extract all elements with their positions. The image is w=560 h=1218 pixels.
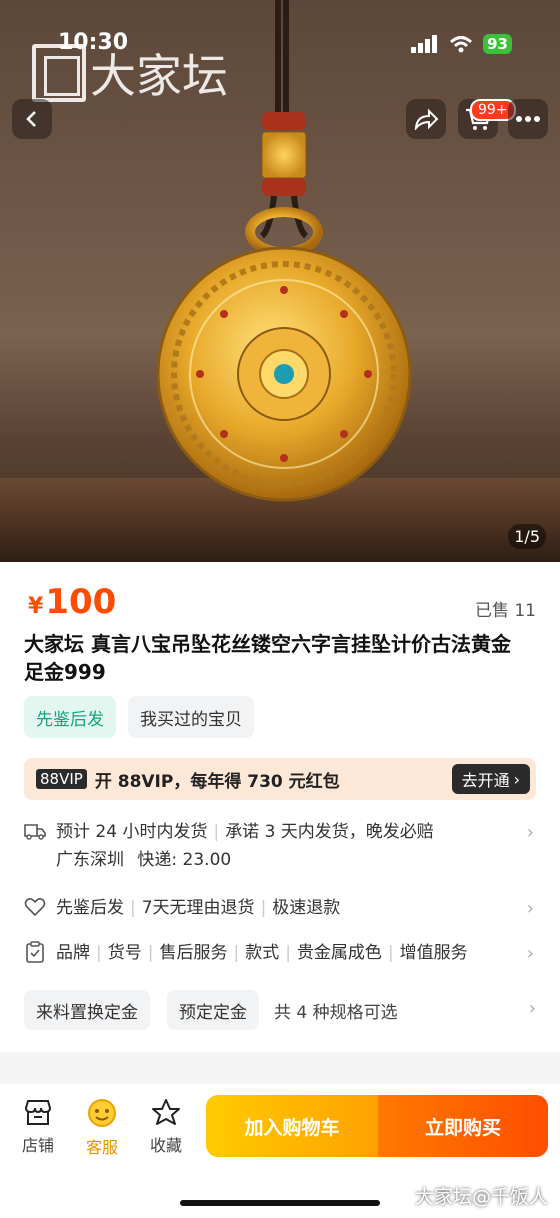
shipping-promise-2: 承诺 3 天内发货，晚发必赔 (225, 822, 434, 842)
more-button[interactable] (508, 99, 548, 139)
chevron-left-icon (26, 111, 36, 127)
status-icons: 93 (411, 34, 512, 54)
services-list: 先鉴后发 | 7天无理由退货 | 极速退款 (56, 894, 340, 922)
service-item: 极速退款 (272, 898, 341, 918)
param-item: 售后服务 (159, 943, 228, 963)
spec-count[interactable]: 共 4 种规格可选 (274, 990, 398, 1030)
service-item: 7天无理由退货 (141, 898, 255, 918)
vip-text: 开 88VIP，每年得 730 元红包 (94, 771, 340, 792)
image-counter: 1/5 (508, 524, 546, 549)
wifi-icon (450, 36, 473, 53)
vip-badge: 88VIP (36, 769, 87, 789)
star-icon (152, 1099, 180, 1125)
shipping-row[interactable]: 预计 24 小时内发货 | 承诺 3 天内发货，晚发必赔 广东深圳 快递: 23.0… (24, 818, 534, 874)
price: ¥ 100 (28, 582, 116, 622)
shipping-fee: 23.00 (182, 850, 232, 870)
signal-icon (411, 35, 438, 53)
chevron-right-icon: › (526, 898, 534, 919)
clipboard-icon (26, 941, 44, 963)
shipping-promise: 预计 24 小时内发货 | 承诺 3 天内发货，晚发必赔 (56, 818, 434, 846)
customer-service-label: 客服 (85, 1138, 118, 1157)
status-time: 10:30 (58, 30, 129, 55)
product-title: 大家坛 真言八宝吊坠花丝镂空六字言挂坠计价古法黄金 足金999 (24, 632, 511, 684)
chevron-right-icon: › (526, 943, 534, 964)
tag-bought-before[interactable]: 我买过的宝贝 (128, 696, 254, 738)
params-list: 品牌 | 货号 | 售后服务 | 款式 | 贵金属成色 | 增值服务 (56, 939, 468, 967)
divider: | (213, 822, 220, 842)
vip-banner[interactable]: 88VIP 开 88VIP，每年得 730 元红包 去开通 › (24, 758, 536, 800)
param-item: 品牌 (56, 943, 90, 963)
param-item: 贵金属成色 (296, 943, 382, 963)
param-item: 货号 (107, 943, 142, 963)
spec-option[interactable]: 预定定金 (167, 990, 259, 1030)
divider: | (130, 898, 136, 918)
chevron-right-icon: › (526, 822, 534, 843)
currency-symbol: ¥ (28, 594, 44, 619)
divider: | (387, 943, 394, 963)
service-item: 先鉴后发 (56, 898, 124, 918)
shipping-origin-fee: 广东深圳 快递: 23.00 (56, 846, 434, 874)
favorite-button[interactable]: 收藏 (138, 1098, 194, 1156)
param-item: 增值服务 (399, 943, 468, 963)
shipping-origin: 广东深圳 (56, 850, 124, 870)
truck-icon (24, 824, 46, 840)
heart-shield-icon (24, 898, 46, 917)
shipping-fee-label: 快递: (137, 850, 178, 870)
share-button[interactable] (406, 99, 446, 139)
vip-open-button[interactable]: 去开通 › (451, 764, 530, 794)
param-item: 款式 (245, 943, 280, 963)
more-dots-icon (516, 116, 540, 122)
customer-service-button[interactable]: 客服 (74, 1098, 130, 1158)
store-label: 店铺 (21, 1136, 54, 1155)
bottom-action-bar: 店铺 客服 收藏 加入购物车 立即购买 大家坛@千饭人 (0, 1084, 560, 1218)
share-icon (414, 108, 439, 130)
battery-level: 93 (483, 34, 512, 54)
add-to-cart-button[interactable]: 加入购物车 (206, 1095, 378, 1157)
divider: | (260, 898, 267, 918)
price-value: 100 (45, 582, 117, 622)
chevron-right-icon: › (513, 769, 520, 789)
customer-service-icon (88, 1099, 116, 1127)
chevron-right-icon: › (528, 998, 536, 1019)
divider: | (147, 943, 154, 963)
tag-inspect-first[interactable]: 先鉴后发 (24, 696, 116, 738)
divider: | (96, 943, 102, 963)
divider: | (285, 943, 291, 963)
shipping-promise-1: 预计 24 小时内发货 (56, 822, 208, 842)
product-image-gallery[interactable]: 大家坛 10:30 93 99+ 1/5 (0, 0, 560, 562)
store-button[interactable]: 店铺 (10, 1098, 66, 1156)
vip-open-label: 去开通 (461, 771, 510, 790)
services-row[interactable]: 先鉴后发 | 7天无理由退货 | 极速退款 › (24, 894, 534, 922)
store-icon (24, 1100, 52, 1125)
back-button[interactable] (12, 99, 52, 139)
buy-now-button[interactable]: 立即购买 (378, 1095, 548, 1157)
favorite-label: 收藏 (149, 1136, 182, 1155)
watermark-bottom-text: 大家坛@千饭人 (414, 1186, 548, 1208)
product-info-card: ¥ 100 已售 11 大家坛 真言八宝吊坠花丝镂空六字言挂坠计价古法黄金 足金… (0, 562, 560, 1052)
home-indicator (180, 1200, 380, 1206)
divider: | (233, 943, 240, 963)
params-row[interactable]: 品牌 | 货号 | 售后服务 | 款式 | 贵金属成色 | 增值服务 › (24, 939, 534, 967)
sold-count: 已售 11 (474, 601, 536, 621)
spec-option[interactable]: 来料置换定金 (24, 990, 150, 1030)
